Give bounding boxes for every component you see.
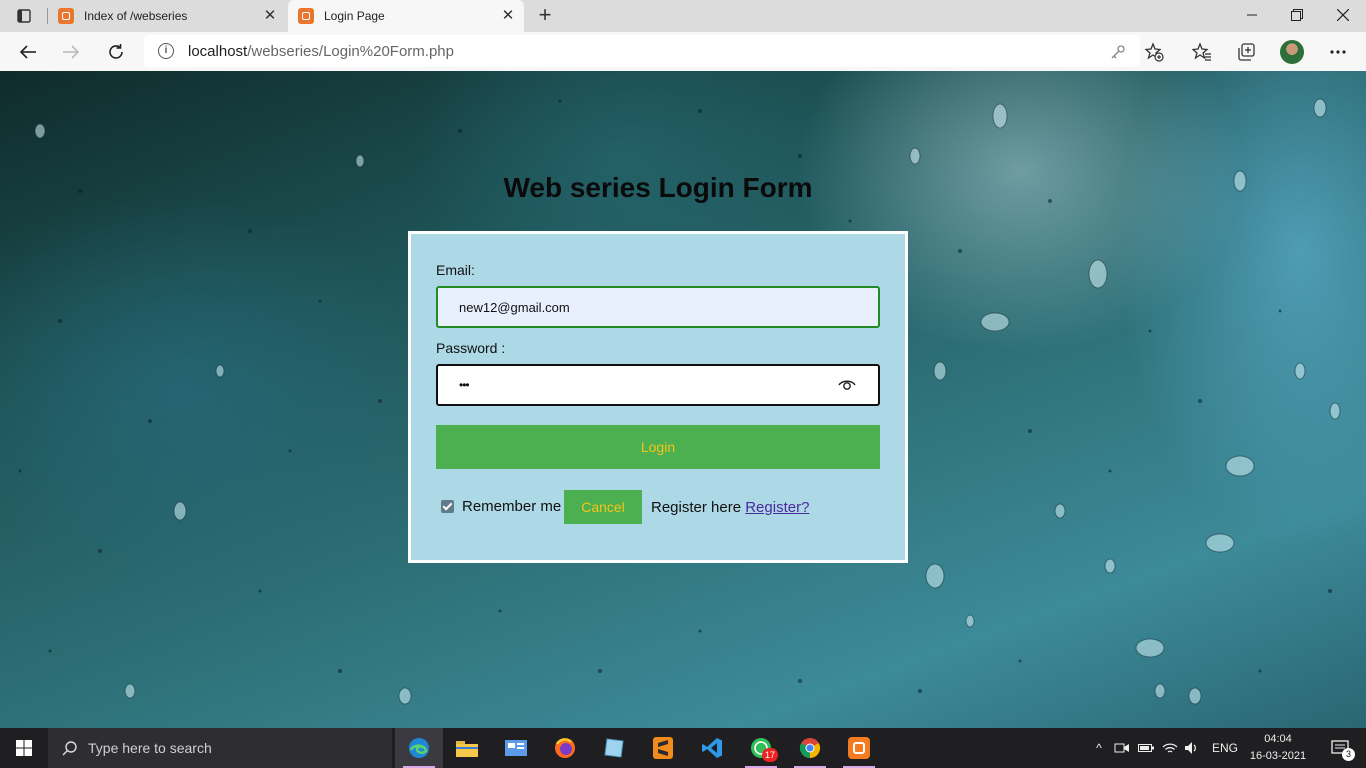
close-tab-icon[interactable]: ✕ bbox=[262, 8, 278, 24]
login-form: Email: new12@gmail.com Password : ••• Lo… bbox=[408, 231, 908, 563]
profile-button[interactable] bbox=[1278, 38, 1306, 66]
key-icon[interactable] bbox=[1108, 42, 1128, 62]
firefox-button[interactable] bbox=[541, 728, 589, 768]
address-bar[interactable]: i localhost/webseries/Login%20Form.php bbox=[144, 35, 1140, 67]
folder-icon bbox=[456, 741, 478, 757]
refresh-icon bbox=[109, 44, 123, 59]
wifi-icon[interactable] bbox=[1162, 741, 1178, 755]
url-host: localhost bbox=[188, 42, 248, 60]
email-label: Email: bbox=[436, 262, 475, 278]
star-add-icon bbox=[1144, 42, 1164, 62]
firefox-icon bbox=[555, 738, 575, 758]
xampp-favicon-icon bbox=[58, 8, 74, 24]
register-text: Register here bbox=[651, 499, 742, 516]
control-panel-button[interactable] bbox=[492, 728, 540, 768]
edge-app-button[interactable] bbox=[395, 728, 443, 768]
collections-icon bbox=[1238, 43, 1255, 61]
clock-time: 04:04 bbox=[1264, 733, 1292, 745]
site-info-icon[interactable]: i bbox=[158, 43, 174, 59]
notepad-app-icon bbox=[604, 738, 624, 758]
sublime-text-icon bbox=[653, 737, 673, 759]
volume-icon[interactable] bbox=[1184, 741, 1200, 755]
edge-icon bbox=[409, 738, 429, 758]
whatsapp-badge: 17 bbox=[762, 748, 778, 762]
password-field[interactable]: ••• bbox=[436, 364, 880, 406]
clock[interactable]: 04:04 16-03-2021 bbox=[1244, 731, 1312, 765]
refresh-button[interactable] bbox=[102, 38, 130, 66]
favorites-button[interactable] bbox=[1188, 38, 1216, 66]
collections-button[interactable] bbox=[1232, 38, 1260, 66]
page-title: Web series Login Form bbox=[503, 172, 813, 203]
email-field[interactable]: new12@gmail.com bbox=[436, 286, 880, 328]
tab-index-webseries[interactable]: Index of /webseries ✕ bbox=[48, 0, 286, 32]
back-arrow-icon bbox=[19, 45, 36, 59]
search-placeholder: Type here to search bbox=[88, 740, 212, 756]
tab-title: Login Page bbox=[324, 9, 385, 23]
password-value: ••• bbox=[459, 378, 470, 392]
remember-label: Remember me bbox=[462, 498, 562, 515]
settings-menu-button[interactable] bbox=[1324, 38, 1352, 66]
notifications-button[interactable]: 3 bbox=[1320, 728, 1360, 768]
vscode-button[interactable] bbox=[688, 728, 736, 768]
remember-checkbox[interactable] bbox=[441, 500, 454, 513]
browser-toolbar: i localhost/webseries/Login%20Form.php bbox=[0, 32, 1366, 72]
control-panel-icon bbox=[505, 740, 527, 756]
show-hidden-icons-icon[interactable]: ^ bbox=[1090, 741, 1108, 755]
close-tab-icon[interactable]: ✕ bbox=[500, 8, 516, 24]
tab-actions-icon bbox=[17, 9, 31, 23]
clock-date: 16-03-2021 bbox=[1249, 750, 1307, 762]
whatsapp-button[interactable]: 17 bbox=[737, 728, 785, 768]
add-favorite-button[interactable] bbox=[1140, 38, 1168, 66]
login-button[interactable]: Login bbox=[436, 425, 880, 469]
xampp-icon bbox=[848, 737, 870, 759]
avatar bbox=[1280, 40, 1304, 64]
forward-button[interactable] bbox=[57, 38, 85, 66]
register-link[interactable]: Register? bbox=[745, 499, 809, 516]
restore-button[interactable] bbox=[1274, 0, 1320, 30]
close-window-button[interactable] bbox=[1320, 0, 1366, 30]
windows-taskbar: Type here to search 17 ^ ENG 04:04 16-03… bbox=[0, 728, 1366, 768]
remember-me[interactable]: Remember me bbox=[441, 498, 561, 515]
url-path: /webseries/Login%20Form.php bbox=[247, 42, 454, 60]
url-text[interactable]: localhost/webseries/Login%20Form.php bbox=[188, 43, 454, 60]
start-button[interactable] bbox=[0, 728, 48, 768]
new-tab-button[interactable]: + bbox=[533, 4, 557, 28]
more-dots-icon bbox=[1330, 50, 1346, 54]
page-background: Web series Login Form Email: new12@gmail… bbox=[0, 71, 1366, 728]
app-button-blue[interactable] bbox=[590, 728, 638, 768]
cancel-button[interactable]: Cancel bbox=[564, 490, 642, 524]
show-password-icon[interactable] bbox=[838, 378, 856, 392]
minimize-button[interactable] bbox=[1229, 0, 1275, 30]
register-prompt: Register here Register? bbox=[651, 499, 809, 516]
notification-badge: 3 bbox=[1342, 748, 1355, 761]
tab-title: Index of /webseries bbox=[84, 9, 188, 23]
password-label: Password : bbox=[436, 340, 506, 356]
minimize-icon bbox=[1247, 14, 1257, 16]
vscode-icon bbox=[702, 738, 722, 758]
xampp-favicon-icon bbox=[298, 8, 314, 24]
xampp-button[interactable] bbox=[835, 728, 883, 768]
chrome-icon bbox=[799, 738, 821, 759]
back-button[interactable] bbox=[14, 38, 42, 66]
forward-arrow-icon bbox=[63, 45, 80, 59]
taskbar-search-box[interactable]: Type here to search bbox=[48, 728, 392, 768]
close-icon bbox=[1337, 9, 1349, 21]
chrome-button[interactable] bbox=[786, 728, 834, 768]
tab-login-page[interactable]: Login Page ✕ bbox=[288, 0, 524, 32]
battery-icon[interactable] bbox=[1138, 743, 1154, 753]
system-tray: ^ ENG bbox=[1090, 728, 1238, 768]
favorites-icon bbox=[1192, 42, 1211, 61]
restore-icon bbox=[1291, 9, 1303, 21]
email-value: new12@gmail.com bbox=[459, 299, 570, 315]
windows-logo-icon bbox=[16, 740, 32, 756]
search-icon bbox=[62, 741, 77, 756]
sublime-text-button[interactable] bbox=[639, 728, 687, 768]
language-indicator[interactable]: ENG bbox=[1212, 741, 1238, 755]
meet-now-icon[interactable] bbox=[1114, 741, 1130, 755]
tab-actions-button[interactable] bbox=[8, 6, 40, 26]
file-explorer-button[interactable] bbox=[443, 728, 491, 768]
tab-strip: Index of /webseries ✕ Login Page ✕ + bbox=[0, 0, 1366, 32]
